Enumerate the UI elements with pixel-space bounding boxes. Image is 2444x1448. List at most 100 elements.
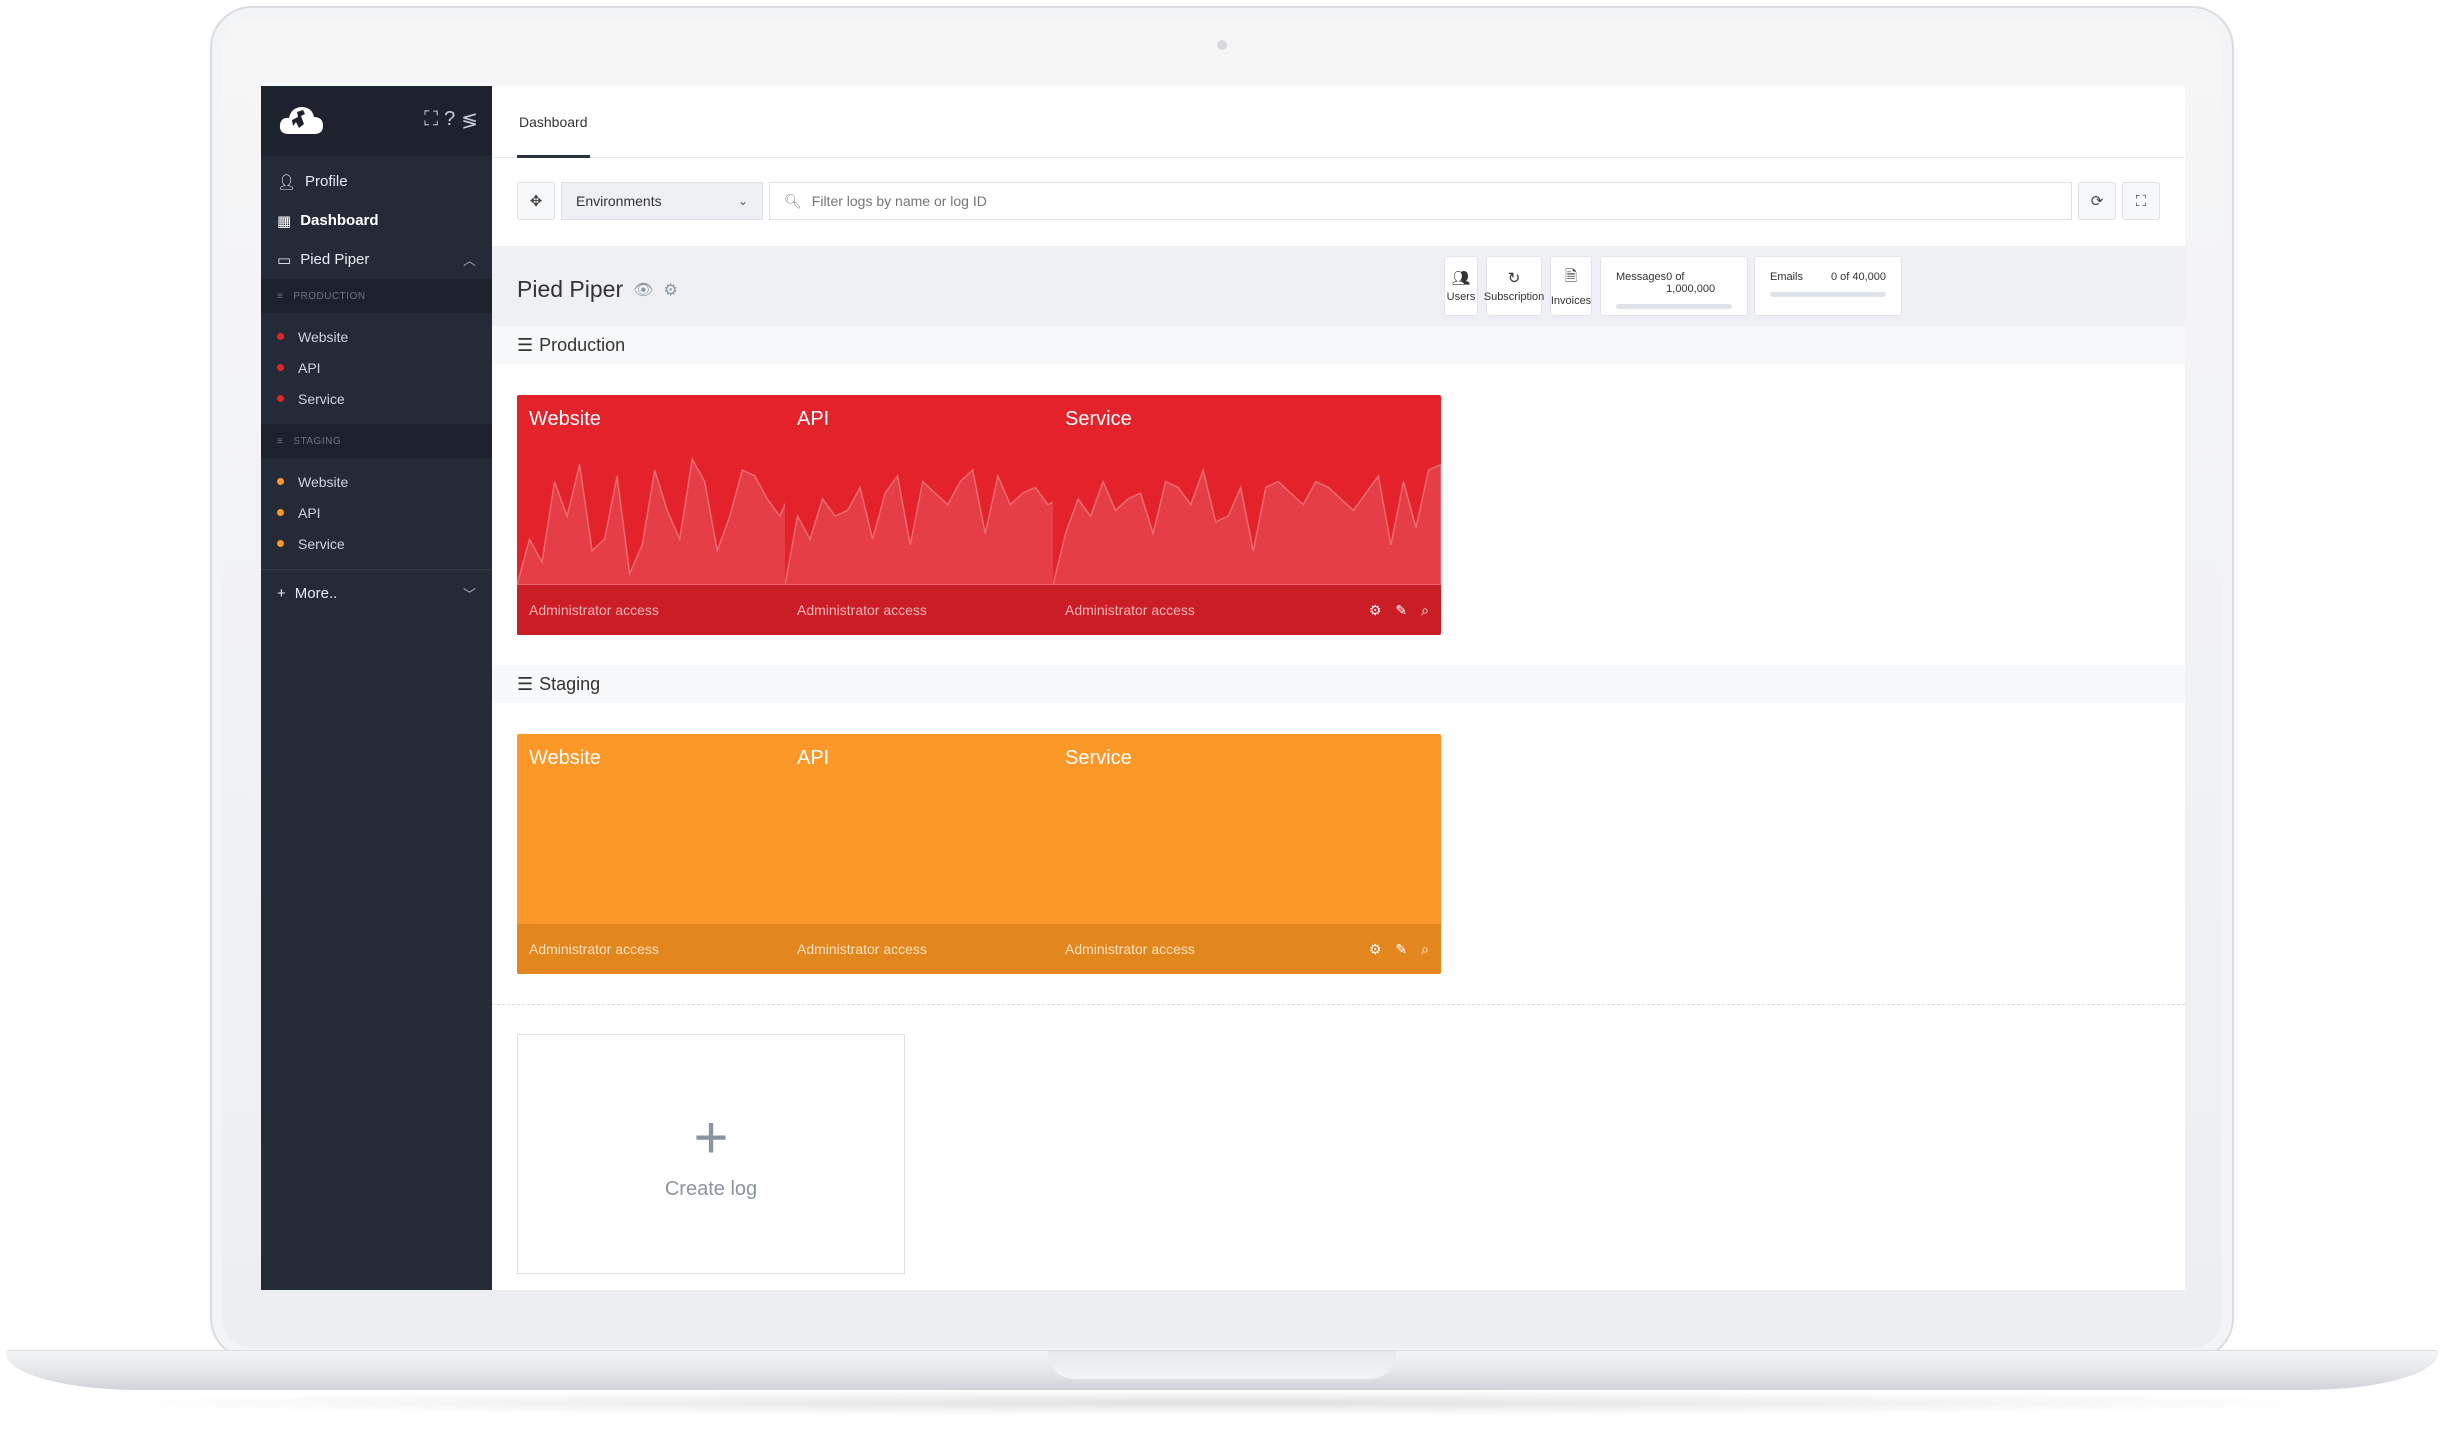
sidebar-subitem-staging-website[interactable]: Website (261, 466, 492, 497)
search-input[interactable] (811, 193, 2057, 209)
refresh-button[interactable]: ⟳ (2078, 182, 2116, 220)
user-icon: 👤︎ (277, 173, 297, 191)
chevron-down-icon[interactable]: ﹀ (463, 584, 476, 603)
card-footer-label: Administrator access (1065, 941, 1195, 957)
section-label: STAGING (293, 435, 342, 447)
sidebar-subitem-production-service[interactable]: Service (261, 383, 492, 414)
sidebar-item-profile[interactable]: 👤︎ Profile (261, 162, 492, 201)
fullscreen-button[interactable]: ⛶ (2122, 182, 2160, 220)
laptop-notch (1048, 1351, 1396, 1379)
help-icon[interactable]: ? (444, 108, 455, 133)
list-icon: ☰ (517, 334, 534, 355)
toolbar: ✥ Environments ⌄ 🔍︎ ⟳ ⛶ (517, 182, 2160, 222)
sidebar-section-production: ≡ PRODUCTION (261, 279, 492, 313)
eye-icon[interactable]: 👁︎ (633, 280, 653, 300)
log-card-production-service[interactable]: Service Administrator access ⚙︎ ✎ ⌕ (1053, 395, 1441, 635)
sidebar-subitem-label: API (298, 504, 321, 521)
sidebar-subitem-production-website[interactable]: Website (261, 321, 492, 352)
status-dot (277, 478, 284, 485)
move-button[interactable]: ✥ (517, 182, 555, 220)
gears-icon[interactable]: ⚙︎ (1369, 602, 1382, 619)
users-icon: 👥︎ (1451, 270, 1471, 287)
project-title: Pied Piper 👁︎ ⚙︎ (517, 276, 678, 303)
sidebar-item-more[interactable]: + More.. ﹀ (261, 574, 492, 613)
card-title: Service (1065, 408, 1132, 430)
document-icon: 🗎︎ (1564, 267, 1578, 285)
gift-icon[interactable]: ⛶ (424, 108, 438, 133)
status-dot (277, 333, 284, 340)
section-divider (492, 1004, 2185, 1005)
card-footer: Administrator access ⚙︎ ✎ ⌕ (1053, 924, 1441, 974)
pencil-icon[interactable]: ✎ (1395, 941, 1407, 958)
sidebar-subitem-staging-api[interactable]: API (261, 497, 492, 528)
sidebar-subitem-production-api[interactable]: API (261, 352, 492, 383)
sparkline-chart (1053, 463, 1441, 585)
meter-value: 0 of 40,000 (1830, 271, 1886, 283)
pencil-icon[interactable]: ✎ (1395, 602, 1407, 619)
gears-icon[interactable]: ⚙︎ (1369, 941, 1382, 958)
refresh-icon: ⟳ (2090, 193, 2104, 210)
sidebar-item-label: Profile (305, 173, 348, 190)
card-footer-label: Administrator access (797, 941, 927, 957)
meter-label: Emails (1770, 271, 1804, 283)
fullscreen-icon: ⛶ (2135, 192, 2147, 210)
sidebar-item-dashboard[interactable]: ▦ Dashboard (261, 201, 492, 240)
messages-meter: Messages 0 of 1,000,000 (1600, 256, 1748, 316)
log-card-staging-service[interactable]: Service Administrator access ⚙︎ ✎ ⌕ (1053, 734, 1441, 974)
tab-bar: Dashboard (492, 86, 2185, 158)
emails-meter: Emails 0 of 40,000 (1754, 256, 1902, 316)
search-icon[interactable]: ⌕ (1421, 941, 1429, 958)
sidebar-divider (261, 569, 492, 570)
section-label: PRODUCTION (293, 290, 366, 302)
folder-icon: ▭ (277, 251, 292, 269)
card-title: API (797, 747, 830, 769)
sidebar-subitem-label: Website (298, 328, 349, 345)
sidebar-subitem-label: Service (298, 390, 345, 407)
sidebar: ⛶ ? ≶ 👤︎ Profile ▦ Dashboard ▭ Pied Pipe… (261, 86, 492, 1290)
camera-dot (1217, 40, 1227, 50)
invoices-button[interactable]: 🗎︎ Invoices (1550, 256, 1592, 316)
search-icon: 🔍︎ (784, 192, 802, 209)
status-dot (277, 509, 284, 516)
environments-select[interactable]: Environments ⌄ (561, 182, 763, 220)
card-title: Service (1065, 747, 1132, 769)
plus-icon: + (277, 585, 286, 602)
chevron-down-icon: ⌄ (737, 194, 748, 208)
card-title: API (797, 408, 830, 430)
gears-icon[interactable]: ⚙︎ (663, 280, 677, 300)
subscription-button-label: Subscription (1483, 291, 1545, 303)
plus-icon: + (693, 1103, 729, 1171)
sidebar-item-label: Pied Piper (300, 251, 370, 268)
refresh-icon: ↻ (1507, 270, 1521, 287)
list-icon: ≡ (277, 435, 284, 447)
create-log-button[interactable]: + Create log (517, 1034, 905, 1274)
card-title: Website (529, 747, 601, 769)
section-title: Staging (539, 673, 601, 694)
sidebar-section-staging: ≡ STAGING (261, 424, 492, 458)
meter-bar (1616, 304, 1732, 309)
sidebar-item-label: Dashboard (300, 212, 379, 229)
status-dot (277, 364, 284, 371)
users-button[interactable]: 👥︎ Users (1444, 256, 1478, 316)
header-icons: ⛶ ? ≶ (424, 108, 478, 133)
laptop-shadow (60, 1390, 2384, 1416)
card-footer-label: Administrator access (529, 602, 659, 618)
subscription-button[interactable]: ↻ Subscription (1483, 256, 1545, 316)
sparkline-area (1053, 463, 1441, 585)
list-icon: ≡ (277, 290, 284, 302)
cloud-logo-icon[interactable] (277, 102, 325, 138)
tab-dashboard[interactable]: Dashboard (517, 86, 590, 158)
users-button-label: Users (1446, 291, 1476, 303)
screen: ⛶ ? ≶ 👤︎ Profile ▦ Dashboard ▭ Pied Pipe… (261, 86, 2185, 1290)
sidebar-item-label: More.. (294, 585, 338, 602)
sidebar-subitem-staging-service[interactable]: Service (261, 528, 492, 559)
sidebar-subitem-label: Website (298, 473, 349, 490)
sidebar-item-pied-piper[interactable]: ▭ Pied Piper ︿ (261, 240, 492, 279)
sidebar-subitem-label: API (298, 359, 321, 376)
search-icon[interactable]: ⌕ (1421, 602, 1429, 619)
status-dot (277, 540, 284, 547)
main-content: Dashboard ✥ Environments ⌄ 🔍︎ ⟳ ⛶ Pied P… (492, 86, 2185, 1290)
chevron-up-icon[interactable]: ︿ (463, 250, 476, 269)
settings-sliders-icon[interactable]: ≶ (461, 108, 478, 133)
section-title: Production (539, 334, 626, 355)
